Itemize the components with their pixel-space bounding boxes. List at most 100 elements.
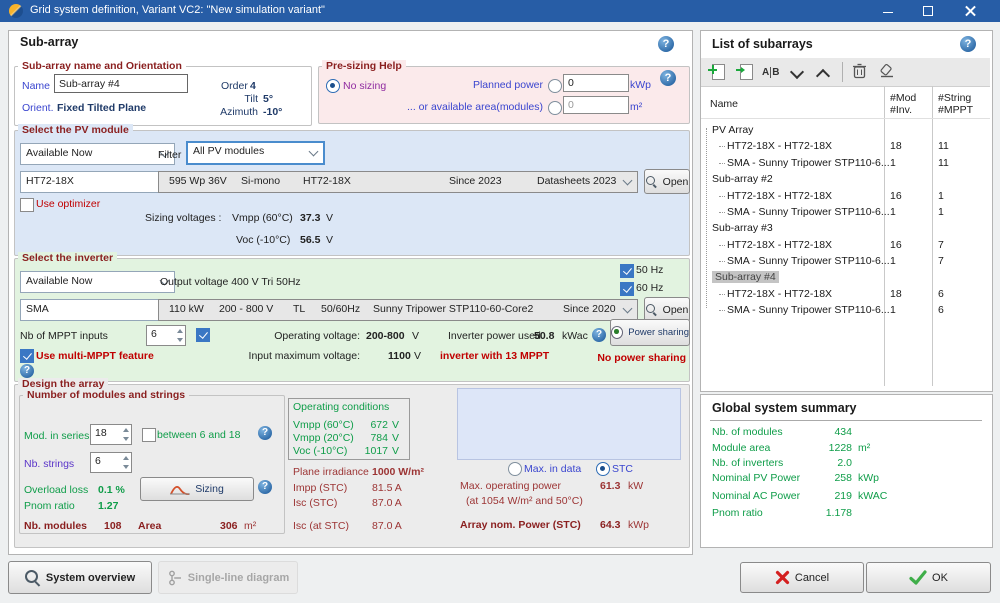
window-title: Grid system definition, Variant VC2: "Ne…: [30, 4, 325, 16]
use-optimizer-label: Use optimizer: [36, 198, 100, 211]
pv-module-datasheet: Datasheets 2023: [537, 175, 616, 187]
minimize-button[interactable]: [872, 0, 904, 22]
freq-50hz-checkbox[interactable]: [620, 264, 634, 278]
available-area-input[interactable]: [563, 96, 629, 114]
tree-item-module[interactable]: HT72-18X - HT72-18X: [727, 239, 832, 251]
mppt-inputs-checkbox[interactable]: [196, 328, 210, 342]
title-bar: Grid system definition, Variant VC2: "Ne…: [0, 0, 1000, 22]
column-header-mppt[interactable]: #MPPT: [938, 104, 973, 117]
isc-at-stc-value: 87.0 A: [372, 520, 402, 533]
tree-item-group[interactable]: PV Array: [712, 124, 753, 136]
tree-item-group[interactable]: Sub-array #3: [712, 222, 773, 234]
modules-strings-legend: Number of modules and strings: [23, 389, 189, 402]
pv-filter-combo[interactable]: All PV modules: [186, 141, 325, 165]
tree-item-module[interactable]: HT72-18X - HT72-18X: [727, 288, 832, 300]
tree-item-inverter[interactable]: SMA - Sunny Tripower STP110-6...: [727, 157, 890, 169]
tree-item-module[interactable]: HT72-18X - HT72-18X: [727, 140, 832, 152]
area-label: Area: [138, 520, 161, 533]
tilt-label: Tilt: [200, 93, 258, 106]
mod-series-stepper[interactable]: 18: [90, 424, 132, 445]
tree-item-group[interactable]: Sub-array #2: [712, 173, 773, 185]
max-operating-power-note: (at 1054 W/m² and 50°C): [466, 495, 583, 508]
add-subarray-button[interactable]: [708, 63, 726, 81]
inverter-availability-combo[interactable]: Available Now: [20, 271, 175, 293]
pv-module-power: 595 Wp 36V: [169, 175, 227, 187]
tree-item-inverter[interactable]: SMA - Sunny Tripower STP110-6...: [727, 255, 890, 267]
inverter-type: TL: [293, 303, 305, 315]
sizing-help-icon[interactable]: [258, 480, 272, 494]
mppt-inputs-stepper[interactable]: 6: [146, 325, 186, 346]
mod-series-help-icon[interactable]: [258, 426, 272, 440]
overload-loss-label: Overload loss: [24, 484, 88, 497]
nb-strings-stepper[interactable]: 6: [90, 452, 132, 473]
planned-power-unit: kWp: [630, 79, 651, 92]
pv-module-combo[interactable]: 595 Wp 36V Si-mono HT72-18X Since 2023 D…: [158, 171, 638, 193]
ok-button[interactable]: OK: [866, 562, 991, 593]
subarrays-list-help-icon[interactable]: [960, 36, 976, 52]
pv-availability-combo[interactable]: Available Now: [20, 143, 175, 165]
power-sharing-radio-icon: [611, 326, 623, 339]
tree-item-inverter[interactable]: SMA - Sunny Tripower STP110-6...: [727, 206, 890, 218]
pv-open-button[interactable]: Open: [644, 169, 690, 194]
column-divider: [884, 86, 885, 386]
inverter-manufacturer-combo[interactable]: SMA: [20, 299, 175, 321]
column-header-inv[interactable]: #Inv.: [890, 104, 912, 117]
spin-down-icon[interactable]: [123, 437, 129, 441]
subarray-help-icon[interactable]: [658, 36, 674, 52]
multi-mppt-checkbox[interactable]: [20, 349, 34, 363]
mppt-inputs-value: 6: [151, 328, 157, 340]
spin-down-icon[interactable]: [177, 338, 183, 342]
summary-unit: kWAC: [858, 490, 887, 503]
pv-module-tech: Si-mono: [241, 175, 280, 187]
subarray-name-input[interactable]: [54, 74, 188, 93]
clear-subarray-button[interactable]: [878, 63, 896, 81]
tree-item-module[interactable]: HT72-18X - HT72-18X: [727, 190, 832, 202]
between-label: between 6 and 18: [157, 429, 241, 442]
power-sharing-button[interactable]: Power sharing: [610, 319, 690, 346]
pv-manufacturer-combo[interactable]: HT72-18X: [20, 171, 175, 193]
tree-item-inverter[interactable]: SMA - Sunny Tripower STP110-6...: [727, 304, 890, 316]
spin-up-icon[interactable]: [177, 329, 183, 333]
freq-60hz-checkbox[interactable]: [620, 282, 634, 296]
column-header-name[interactable]: Name: [710, 98, 738, 111]
planned-power-input[interactable]: [563, 74, 629, 92]
use-optimizer-checkbox[interactable]: [20, 198, 34, 212]
planned-power-radio[interactable]: [548, 79, 562, 93]
available-area-radio[interactable]: [548, 101, 562, 115]
delete-subarray-button[interactable]: [852, 63, 870, 81]
spin-up-icon[interactable]: [123, 428, 129, 432]
input-max-voltage-value: 1100: [388, 350, 411, 363]
plane-irradiance-label: Plane irradiance: [293, 466, 369, 479]
inverter-help-icon[interactable]: [20, 364, 34, 378]
inverter-freq: 50/60Hz: [321, 303, 360, 315]
max-operating-power-label: Max. operating power: [460, 480, 561, 493]
tree-item-group-selected[interactable]: Sub-array #4: [712, 271, 779, 283]
maximize-button[interactable]: [912, 0, 944, 22]
impp-stc-value: 81.5 A: [372, 482, 402, 495]
freq-60hz-label: 60 Hz: [636, 282, 663, 295]
operating-voltage-label: Operating voltage:: [240, 330, 360, 343]
operating-voltage-unit: V: [412, 330, 419, 343]
spin-up-icon[interactable]: [123, 456, 129, 460]
power-sharing-label: Power sharing: [628, 327, 689, 338]
name-orientation-legend: Sub-array name and Orientation: [18, 60, 186, 73]
spin-down-icon[interactable]: [123, 465, 129, 469]
no-sizing-radio[interactable]: [326, 79, 340, 93]
presizing-help-icon[interactable]: [660, 70, 676, 86]
cancel-button[interactable]: Cancel: [740, 562, 864, 593]
available-area-label: ... or available area(modules): [383, 101, 543, 114]
max-in-data-radio[interactable]: [508, 462, 522, 476]
power-used-help-icon[interactable]: [592, 328, 606, 342]
order-value: 4: [250, 80, 256, 93]
cell-string: 7: [938, 255, 944, 267]
system-overview-button[interactable]: System overview: [8, 561, 152, 594]
close-button[interactable]: [954, 0, 986, 22]
sizing-button[interactable]: Sizing: [140, 477, 254, 501]
power-used-unit: kWac: [562, 330, 588, 343]
voc-value: 56.5: [300, 234, 320, 247]
duplicate-subarray-button[interactable]: [736, 63, 754, 81]
between-checkbox[interactable]: [142, 428, 156, 442]
stc-radio[interactable]: [596, 462, 610, 476]
inverter-model-combo[interactable]: 110 kW 200 - 800 V TL 50/60Hz Sunny Trip…: [158, 299, 638, 321]
rename-subarray-button[interactable]: AB: [762, 67, 780, 85]
